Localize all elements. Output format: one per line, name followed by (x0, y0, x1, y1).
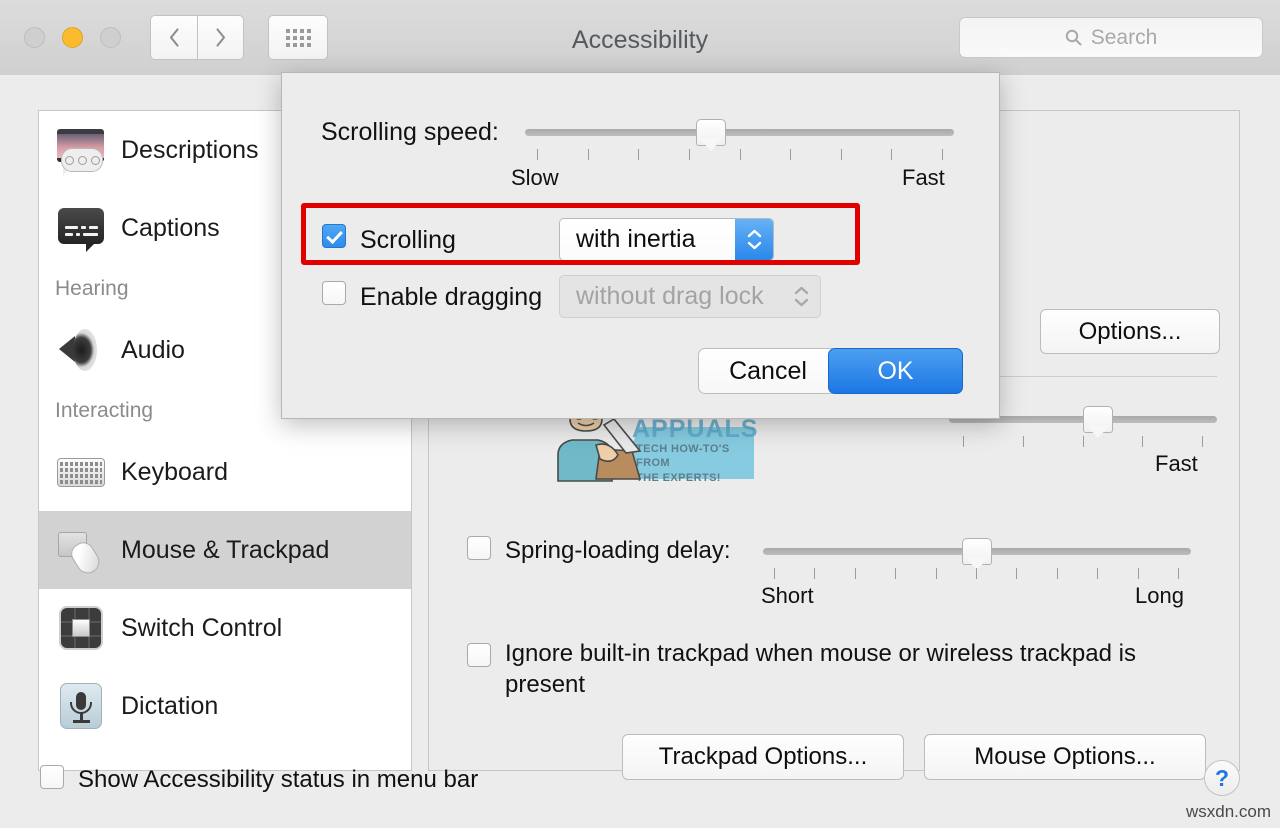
options-button[interactable]: Options... (1040, 309, 1220, 354)
scrolling-popup-button[interactable]: with inertia (559, 218, 774, 261)
scrolling-checkbox[interactable] (322, 224, 346, 248)
double-click-speed-ticks (963, 436, 1203, 447)
switch-control-icon (55, 602, 107, 654)
source-watermark: wsxdn.com (1186, 802, 1272, 821)
watermark-tagline-line2: THE EXPERTS! (636, 471, 721, 484)
chevron-down-icon (794, 298, 808, 307)
captions-icon (55, 202, 107, 254)
watermark-brand: APPUALS (632, 415, 759, 443)
spring-loading-delay-checkbox[interactable] (467, 536, 491, 560)
scrolling-speed-ticks (537, 149, 943, 160)
trackpad-options-button[interactable]: Trackpad Options... (622, 734, 904, 780)
watermark-tagline: TECH HOW-TO'S FROM THE EXPERTS! (636, 442, 760, 485)
sidebar-item-label: Mouse & Trackpad (121, 535, 330, 564)
watermark-tagline-line1: TECH HOW-TO'S FROM (636, 443, 730, 470)
keyboard-icon (55, 446, 107, 498)
sidebar-item-label: Keyboard (121, 457, 229, 486)
enable-dragging-stepper[interactable] (782, 276, 820, 317)
show-status-checkbox-row[interactable]: Show Accessibility status in menu bar (40, 765, 478, 796)
sidebar-item-keyboard[interactable]: Keyboard (39, 433, 411, 511)
chevron-down-icon (747, 241, 761, 250)
spring-loading-right-label: Long (1135, 583, 1184, 608)
spring-loading-delay-label: Spring-loading delay: (505, 537, 731, 564)
scrolling-checkbox-row[interactable]: Scrolling (322, 224, 456, 256)
scrolling-speed-thumb[interactable] (696, 119, 726, 151)
enable-dragging-checkbox[interactable] (322, 281, 346, 305)
sidebar-item-dictation[interactable]: Dictation (39, 667, 411, 745)
dictation-icon (55, 680, 107, 732)
chevron-up-icon (794, 286, 808, 295)
audio-icon (55, 324, 107, 376)
accessibility-preferences-window: Accessibility Search Descriptions Captio… (0, 0, 1280, 828)
mouse-trackpad-icon (55, 524, 107, 578)
descriptions-icon (55, 124, 107, 176)
chevron-up-icon (747, 229, 761, 238)
scrolling-speed-left-label: Slow (511, 165, 559, 190)
spring-loading-delay-ticks (774, 568, 1179, 579)
window-titlebar: Accessibility Search (0, 0, 1280, 76)
ignore-trackpad-checkbox[interactable] (467, 643, 491, 667)
show-accessibility-status-label: Show Accessibility status in menu bar (78, 766, 479, 793)
sidebar-item-label: Descriptions (121, 135, 259, 164)
scrolling-popup-value: with inertia (576, 225, 696, 253)
help-button[interactable]: ? (1204, 760, 1240, 796)
ignore-trackpad-label: Ignore built-in trackpad when mouse or w… (505, 640, 1136, 698)
search-field[interactable]: Search (959, 17, 1263, 58)
sidebar-item-label: Audio (121, 335, 185, 364)
spring-loading-delay-thumb[interactable] (962, 538, 992, 570)
scrolling-speed-label: Scrolling speed: (321, 118, 499, 146)
scrolling-speed-slider[interactable] (525, 129, 954, 136)
ignore-trackpad-checkbox-row[interactable]: Ignore built-in trackpad when mouse or w… (467, 639, 1197, 700)
search-icon (1065, 29, 1082, 46)
sidebar-item-mouse-trackpad[interactable]: Mouse & Trackpad (39, 511, 411, 589)
enable-dragging-checkbox-row[interactable]: Enable dragging (322, 281, 542, 313)
enable-dragging-label: Enable dragging (360, 283, 543, 311)
ok-button[interactable]: OK (828, 348, 963, 394)
enable-dragging-popup-value: without drag lock (576, 282, 764, 310)
search-placeholder: Search (1090, 25, 1158, 49)
sidebar-item-label: Switch Control (121, 613, 283, 642)
double-click-speed-thumb[interactable] (1083, 406, 1113, 438)
cancel-button[interactable]: Cancel (698, 348, 838, 394)
sidebar-item-label: Dictation (121, 691, 219, 720)
double-click-speed-right-label: Fast (1155, 451, 1198, 476)
scrolling-label: Scrolling (360, 226, 456, 254)
show-accessibility-status-checkbox[interactable] (40, 765, 64, 789)
scrolling-speed-right-label: Fast (902, 165, 945, 190)
sidebar-item-switch-control[interactable]: Switch Control (39, 589, 411, 667)
sidebar-item-label: Captions (121, 213, 220, 242)
mouse-options-button[interactable]: Mouse Options... (924, 734, 1206, 780)
scrolling-stepper[interactable] (735, 219, 773, 260)
trackpad-options-sheet: Scrolling speed: Slow Fast Scrolling wit… (281, 72, 1000, 419)
enable-dragging-popup-button[interactable]: without drag lock (559, 275, 821, 318)
spring-loading-delay-checkbox-row[interactable]: Spring-loading delay: (467, 536, 730, 567)
spring-loading-left-label: Short (761, 583, 814, 608)
